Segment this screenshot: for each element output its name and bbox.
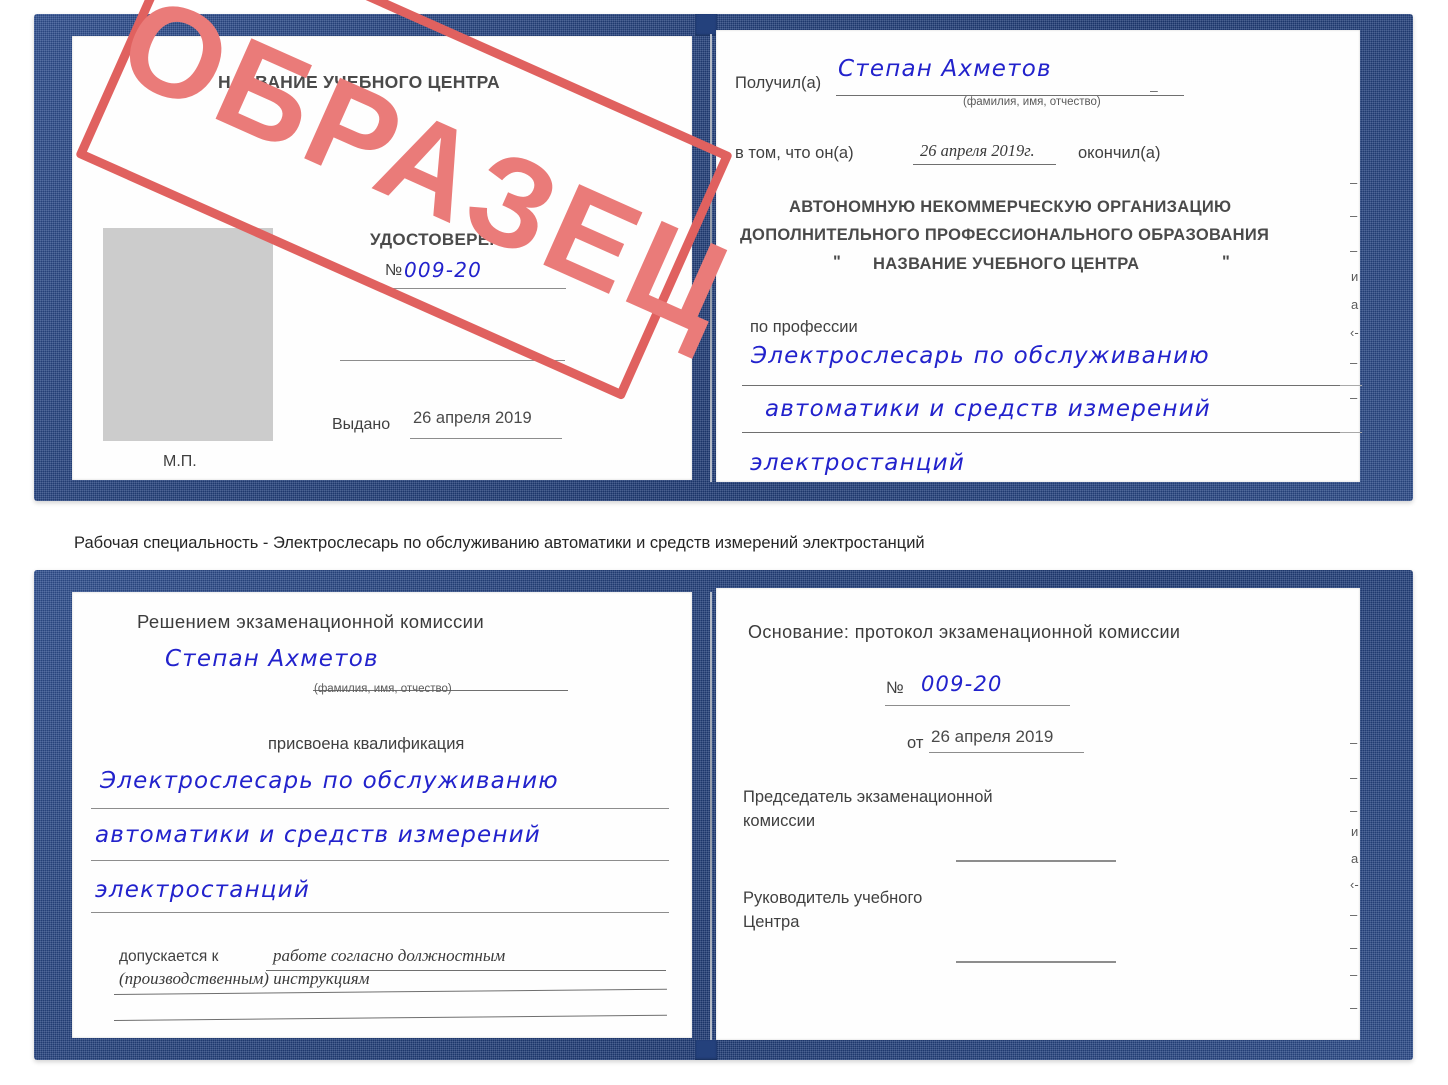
protocol-date-label: от	[907, 734, 924, 752]
edge-fragment: –	[1350, 355, 1358, 370]
edge-fragment: –	[1350, 967, 1358, 982]
spine-tab-bottom	[695, 1040, 717, 1060]
organization-quote-open: "	[833, 253, 842, 271]
completion-date-rule	[913, 164, 1056, 165]
edge-fragment: –	[1350, 175, 1358, 190]
qualification-rule-2	[91, 860, 669, 861]
qualification-line-1: Электрослесарь по обслуживанию	[100, 768, 559, 794]
edge-fragment: –	[1350, 770, 1358, 785]
profession-rule-2	[742, 432, 1340, 433]
spine-tab-top	[695, 14, 717, 36]
profession-line-1: Электрослесарь по обслуживанию	[751, 343, 1210, 369]
edge-fragment: ‹-	[1350, 877, 1359, 892]
basis-label: Основание: протокол экзаменационной коми…	[748, 622, 1181, 642]
edge-fragment: –	[1350, 390, 1358, 405]
head-line-2: Центра	[743, 913, 800, 931]
edge-rule-top-1	[1340, 385, 1362, 386]
edge-fragment: –	[1350, 940, 1358, 955]
finished-label: окончил(а)	[1078, 144, 1161, 162]
edge-fragment: –	[1350, 803, 1358, 818]
edge-fragment: –	[1350, 208, 1358, 223]
issued-label: Выдано	[332, 416, 391, 433]
profession-label: по профессии	[750, 318, 858, 336]
blank-rule-top-left	[340, 360, 565, 361]
completion-date-value: 26 апреля 2019г.	[920, 141, 1035, 160]
chairman-signature-rule	[956, 860, 1116, 862]
qualification-rule-1	[91, 808, 669, 809]
qualification-line-2: автоматики и средств измерений	[95, 822, 541, 848]
protocol-number-rule	[885, 705, 1070, 706]
seal-label: М.П.	[163, 453, 197, 470]
received-name-value: Степан Ахметов	[838, 56, 1052, 82]
photo-placeholder	[103, 228, 273, 441]
name-hint-bottom: (фамилия, имя, отчество)	[314, 683, 452, 695]
edge-fragment: и	[1351, 269, 1359, 284]
document-type-label: УДОСТОВЕРЕНИЕ	[370, 230, 527, 249]
in-that-label: в том, что он(а)	[735, 144, 854, 162]
certificate-top-spine	[710, 34, 712, 482]
head-line-1: Руководитель учебного	[743, 889, 923, 907]
edge-fragment: ‹-	[1350, 325, 1359, 340]
page-caption: Рабочая специальность - Электрослесарь п…	[74, 534, 925, 552]
edge-fragment: а	[1351, 297, 1359, 312]
qualification-rule-3	[91, 912, 669, 913]
edge-fragment: –	[1350, 735, 1358, 750]
chairman-line-2: комиссии	[743, 812, 816, 830]
allowed-line-1: работе согласно должностным	[273, 946, 506, 965]
certificate-number-rule-top	[382, 288, 566, 289]
profession-line-2: автоматики и средств измерений	[765, 396, 1211, 422]
edge-rule-top-2	[1340, 432, 1362, 433]
profession-line-3: электростанций	[750, 450, 965, 476]
profession-rule-1	[742, 385, 1340, 386]
edge-dash-a: –	[1150, 82, 1158, 98]
certificate-bottom-spine	[710, 592, 712, 1040]
edge-fragment: и	[1351, 824, 1359, 839]
qualification-label: присвоена квалификация	[268, 735, 465, 753]
organization-line-2: ДОПОЛНИТЕЛЬНОГО ПРОФЕССИОНАЛЬНОГО ОБРАЗО…	[740, 226, 1270, 244]
organization-quote-close: "	[1222, 253, 1231, 271]
certificate-number-label-top: №	[385, 262, 403, 279]
received-label: Получил(а)	[735, 74, 822, 92]
chairman-line-1: Председатель экзаменационной	[743, 788, 993, 806]
graduate-name-value: Степан Ахметов	[165, 646, 379, 672]
qualification-line-3: электростанций	[95, 877, 310, 903]
protocol-number-label: №	[886, 679, 904, 697]
name-hint-top: (фамилия, имя, отчество)	[963, 96, 1101, 108]
protocol-date-rule	[929, 752, 1084, 753]
training-center-title-top: НАЗВАНИЕ УЧЕБНОГО ЦЕНТРА	[218, 72, 500, 92]
protocol-number-value: 009-20	[921, 672, 1003, 696]
decision-label: Решением экзаменационной комиссии	[137, 611, 485, 632]
issued-date-rule	[410, 438, 562, 439]
protocol-date-value: 26 апреля 2019	[931, 727, 1054, 746]
allowed-line-2: (производственным) инструкциям	[119, 969, 370, 988]
certificate-number-value-top: 009-20	[404, 258, 483, 282]
edge-fragment: –	[1350, 907, 1358, 922]
allowed-label: допускается к	[119, 948, 219, 965]
edge-fragment: –	[1350, 1000, 1358, 1015]
edge-fragment: а	[1351, 851, 1359, 866]
edge-fragment: –	[1350, 243, 1358, 258]
organization-line-3: НАЗВАНИЕ УЧЕБНОГО ЦЕНТРА	[873, 255, 1140, 273]
organization-line-1: АВТОНОМНУЮ НЕКОММЕРЧЕСКУЮ ОРГАНИЗАЦИЮ	[789, 198, 1232, 216]
head-signature-rule	[956, 961, 1116, 963]
issued-date-value: 26 апреля 2019	[413, 409, 532, 427]
